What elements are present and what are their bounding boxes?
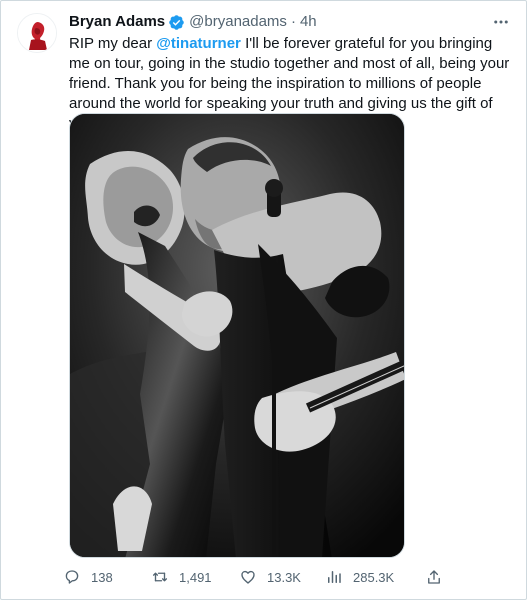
like-count: 13.3K: [267, 569, 301, 585]
views-button[interactable]: 285.3K: [325, 568, 425, 586]
handle[interactable]: @bryanadams: [189, 12, 287, 32]
tweet-photo[interactable]: [69, 113, 405, 558]
share-icon: [425, 568, 443, 586]
display-name[interactable]: Bryan Adams: [69, 12, 165, 32]
views-count: 285.3K: [353, 569, 395, 585]
retweet-icon: [151, 568, 169, 586]
reply-icon: [63, 568, 81, 586]
like-button[interactable]: 13.3K: [239, 568, 325, 586]
tweet-actions: 138 1,491 13.3K 285.3K: [63, 566, 453, 588]
mention-link[interactable]: @tinaturner: [156, 35, 241, 52]
reply-count: 138: [91, 569, 113, 585]
retweet-count: 1,491: [179, 569, 212, 585]
tweet-text-start: RIP my dear: [69, 35, 157, 52]
more-dots-icon[interactable]: [490, 11, 512, 33]
heart-icon: [239, 568, 257, 586]
retweet-button[interactable]: 1,491: [151, 568, 239, 586]
avatar[interactable]: [17, 13, 57, 53]
tweet-card[interactable]: Bryan Adams @bryanadams · 4h RIP my dear…: [0, 0, 527, 600]
separator-dot: ·: [290, 13, 296, 30]
reply-button[interactable]: 138: [63, 568, 151, 586]
tweet-header: Bryan Adams @bryanadams · 4h: [69, 12, 317, 32]
timestamp[interactable]: 4h: [300, 12, 317, 32]
share-button[interactable]: [425, 568, 449, 586]
views-icon: [325, 568, 343, 586]
verified-badge-icon: [168, 14, 185, 31]
